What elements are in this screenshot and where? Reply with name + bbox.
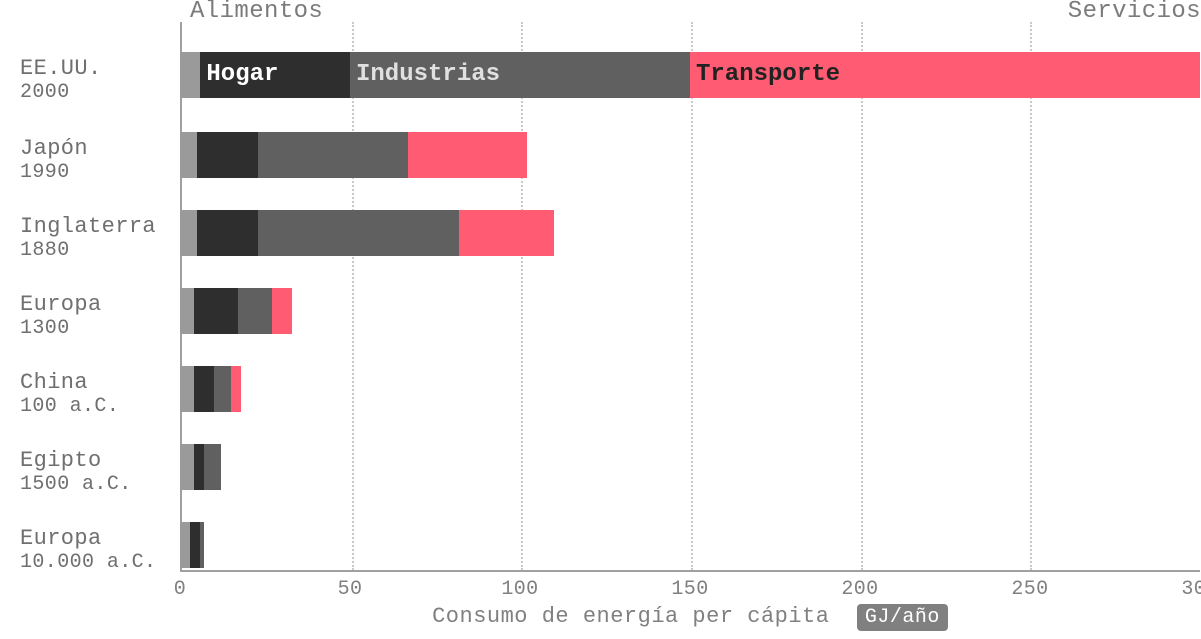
- y-item: Inglaterra1880: [20, 214, 160, 262]
- bar-segment: [459, 210, 554, 256]
- bar-segment: [197, 132, 258, 178]
- y-item: Europa1300: [20, 292, 160, 340]
- bar-segment-label: Industrias: [350, 52, 500, 98]
- bar-segment: [200, 522, 203, 568]
- y-country: Europa: [20, 526, 160, 551]
- y-item: Egipto1500 a.C.: [20, 448, 160, 496]
- y-country: Inglaterra: [20, 214, 160, 239]
- x-tick: 150: [671, 578, 708, 601]
- bar-segment: [272, 288, 292, 334]
- x-axis-title: Consumo de energía per cápita GJ/año: [180, 604, 1200, 631]
- bar-segment: [194, 288, 238, 334]
- bar-segment: [231, 366, 241, 412]
- x-axis-label: Consumo de energía per cápita: [432, 604, 829, 629]
- bar-row: [180, 444, 1200, 490]
- y-country: EE.UU.: [20, 56, 160, 81]
- x-tick: 100: [501, 578, 538, 601]
- y-country: Europa: [20, 292, 160, 317]
- x-tick: 250: [1011, 578, 1048, 601]
- bar-row: [180, 210, 1200, 256]
- y-country: Japón: [20, 136, 160, 161]
- y-year: 1880: [20, 239, 160, 262]
- bar-segment: [180, 522, 190, 568]
- bar-segment: [197, 210, 258, 256]
- x-tick: 0: [174, 578, 186, 601]
- bar-segment: [180, 52, 200, 98]
- bar-segment: [238, 288, 272, 334]
- bar-segment: [180, 288, 194, 334]
- chart-container: Alimentos Servicios EE.UU.2000 Japón1990…: [0, 0, 1201, 639]
- bar-segment-label: Transporte: [690, 52, 840, 98]
- x-axis-unit-badge: GJ/año: [857, 604, 948, 631]
- y-item: Japón1990: [20, 136, 160, 184]
- bar-row: [180, 522, 1200, 568]
- bar-segment: [180, 444, 194, 490]
- x-tick: 200: [841, 578, 878, 601]
- plot-area: 0 50 100 150 200 250 300 HogarIndustrias…: [180, 22, 1200, 572]
- y-country: China: [20, 370, 160, 395]
- bar-row: [180, 366, 1200, 412]
- bar-row: [180, 132, 1200, 178]
- bar-segment: [180, 366, 194, 412]
- x-tick: 50: [338, 578, 363, 601]
- y-year: 1500 a.C.: [20, 473, 160, 496]
- y-year: 1300: [20, 317, 160, 340]
- bar-segment: [258, 132, 408, 178]
- y-year: 10.000 a.C.: [20, 551, 160, 574]
- bar-segment: [194, 366, 214, 412]
- bar-segment: [194, 444, 204, 490]
- y-year: 100 a.C.: [20, 395, 160, 418]
- y-item: EE.UU.2000: [20, 56, 160, 104]
- y-year: 1990: [20, 161, 160, 184]
- bar-segment: [180, 210, 197, 256]
- x-tick: 300: [1181, 578, 1201, 601]
- y-item: Europa10.000 a.C.: [20, 526, 160, 574]
- bar-segment: [204, 444, 221, 490]
- bar-segment: [214, 366, 231, 412]
- bar-segment: [190, 522, 200, 568]
- y-axis: EE.UU.2000 Japón1990 Inglaterra1880 Euro…: [0, 22, 170, 572]
- bar-segment-label: Hogar: [200, 52, 278, 98]
- y-item: China100 a.C.: [20, 370, 160, 418]
- bar-segment: [408, 132, 527, 178]
- y-country: Egipto: [20, 448, 160, 473]
- y-year: 2000: [20, 81, 160, 104]
- bar-segment: [258, 210, 459, 256]
- bar-segment: [180, 132, 197, 178]
- bar-row: [180, 288, 1200, 334]
